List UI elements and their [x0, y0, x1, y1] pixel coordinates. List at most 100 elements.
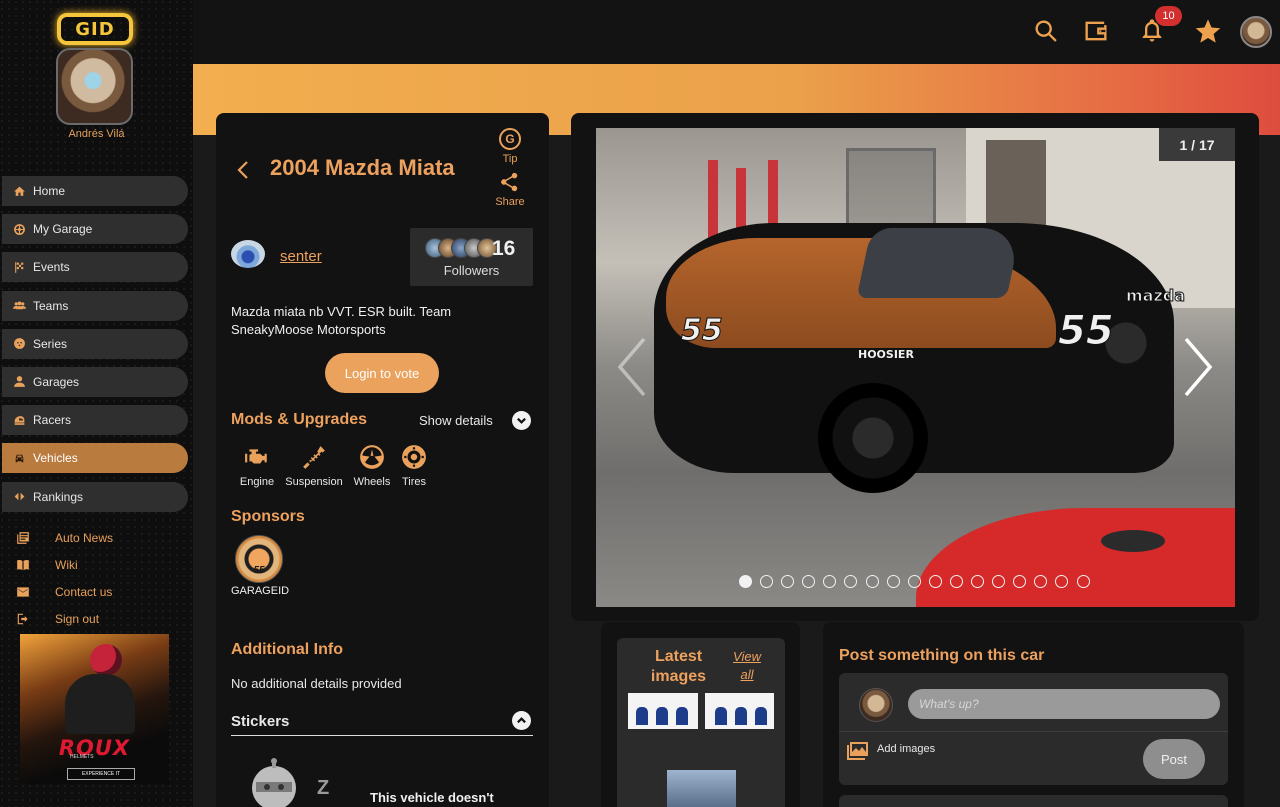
nav-item-teams[interactable]: Teams [2, 290, 188, 321]
profile-avatar[interactable] [1240, 16, 1272, 48]
followers-count: 16 [492, 237, 516, 260]
nav-item-series[interactable]: Series [2, 328, 188, 359]
engine-icon [243, 442, 271, 472]
nav-item-label: Series [33, 336, 68, 351]
share-icon[interactable] [498, 171, 520, 193]
latest-image-thumb[interactable] [628, 693, 698, 729]
nav-item-my-garage[interactable]: My Garage [2, 214, 188, 245]
vehicle-description: Mazda miata nb VVT. ESR built. Team Snea… [231, 304, 452, 337]
mod-suspension[interactable]: Suspension [282, 442, 346, 488]
zzz-text: Z [317, 777, 330, 799]
search-icon[interactable] [1031, 16, 1061, 46]
gallery-dot[interactable] [823, 575, 837, 588]
racer-icon [13, 414, 26, 427]
nav-item-label: Vehicles [33, 451, 78, 466]
gallery-dot[interactable] [886, 575, 900, 588]
nav-item-events[interactable]: Events [2, 252, 188, 283]
gallery-dot[interactable] [781, 575, 795, 588]
sponsor-name[interactable]: GARAGEID [231, 585, 289, 597]
latest-image-thumb[interactable] [705, 693, 774, 729]
photo-sponsor-decal: HOOSIER [858, 348, 914, 361]
nav-item-vehicles[interactable]: Vehicles [2, 443, 188, 474]
tip-icon[interactable]: G [499, 128, 521, 150]
news-icon [16, 531, 32, 545]
gallery-dot[interactable] [1034, 575, 1048, 588]
composer-divider [839, 731, 1228, 732]
book-icon [16, 558, 32, 572]
user-name[interactable]: Andrés Vilá [0, 128, 193, 140]
suspension-icon [300, 442, 328, 472]
add-images-button[interactable]: Add images [877, 743, 935, 755]
link-sign-out[interactable]: Sign out [16, 605, 113, 632]
photo-car-number: 55 [1058, 308, 1115, 355]
nav-item-rankings[interactable]: Rankings [2, 481, 188, 512]
login-to-vote-button[interactable]: Login to vote [325, 353, 439, 393]
nav-item-racers[interactable]: Racers [2, 405, 188, 436]
share-label[interactable]: Share [490, 196, 530, 208]
nav-item-garages[interactable]: Garages [2, 366, 188, 397]
chevron-down-icon[interactable] [512, 411, 531, 430]
gallery-dot[interactable] [949, 575, 963, 588]
photo-car-brand: mazda [1125, 286, 1186, 306]
gallery-dot[interactable] [907, 575, 921, 588]
owner-link[interactable]: senter [280, 248, 322, 265]
gallery-dot[interactable] [1013, 575, 1027, 588]
ad-cta[interactable]: EXPERIENCE IT [67, 768, 135, 780]
latest-images-title: Latest images [650, 648, 707, 685]
gallery-dot[interactable] [928, 575, 942, 588]
thumb-figure [735, 707, 747, 725]
gallery-dot[interactable] [844, 575, 858, 588]
composer-avatar [859, 688, 893, 722]
show-details-toggle[interactable]: Show details [419, 413, 493, 428]
nav-item-home[interactable]: Home [2, 176, 188, 206]
mod-label: Suspension [285, 476, 343, 488]
owner-avatar[interactable] [231, 240, 265, 268]
prev-photo-button[interactable] [614, 335, 650, 399]
sidebar: GID Andrés Vilá Home My Garage Events Te… [0, 0, 193, 807]
ad-rider [65, 674, 135, 734]
wheels-icon [358, 442, 386, 472]
user-avatar[interactable] [56, 48, 133, 125]
gallery-dot[interactable] [971, 575, 985, 588]
sleeping-robot-icon [246, 758, 302, 807]
tires-icon [400, 442, 428, 472]
gallery-dot[interactable] [739, 575, 752, 588]
mod-engine[interactable]: Engine [237, 442, 277, 488]
sponsor-logo[interactable]: 55 [235, 535, 283, 583]
post-button[interactable]: Post [1143, 739, 1205, 779]
link-auto-news[interactable]: Auto News [16, 524, 113, 551]
mod-wheels[interactable]: Wheels [350, 442, 394, 488]
gallery-dot[interactable] [802, 575, 816, 588]
checkered-flag-icon [13, 261, 26, 274]
gallery-dot[interactable] [865, 575, 879, 588]
link-label: Wiki [55, 557, 78, 572]
photo-car-windshield [856, 228, 1022, 298]
followers-box[interactable]: 16 Followers [410, 228, 533, 286]
post-feed-item [839, 795, 1228, 807]
star-icon[interactable] [1193, 16, 1223, 46]
post-input[interactable] [908, 689, 1220, 719]
notification-badge: 10 [1155, 6, 1182, 26]
additional-info-text: No additional details provided [231, 676, 402, 691]
latest-image-thumb[interactable] [667, 770, 736, 807]
gallery-dot[interactable] [1055, 575, 1069, 588]
gallery-dot[interactable] [1076, 575, 1090, 588]
back-button[interactable] [236, 158, 250, 182]
tip-label[interactable]: Tip [494, 153, 526, 165]
ad-banner[interactable]: ROUX HELMETS EXPERIENCE IT [20, 634, 169, 784]
wallet-icon[interactable] [1081, 16, 1111, 46]
site-logo[interactable]: GID [57, 13, 133, 45]
stickers-empty-text: This vehicle doesn't [370, 790, 494, 805]
photo-car-number: 55 [681, 313, 724, 349]
chevron-up-icon[interactable] [512, 711, 531, 730]
gallery-dot[interactable] [760, 575, 774, 588]
link-contact-us[interactable]: Contact us [16, 578, 113, 605]
link-wiki[interactable]: Wiki [16, 551, 113, 578]
gallery-dot[interactable] [992, 575, 1006, 588]
view-all-link[interactable]: View all [731, 648, 763, 684]
add-images-icon[interactable] [846, 739, 870, 761]
team-icon [13, 299, 26, 312]
next-photo-button[interactable] [1180, 335, 1216, 399]
vehicle-photo[interactable]: 55 55 mazda HOOSIER [596, 128, 1235, 607]
mod-tires[interactable]: Tires [398, 442, 430, 488]
